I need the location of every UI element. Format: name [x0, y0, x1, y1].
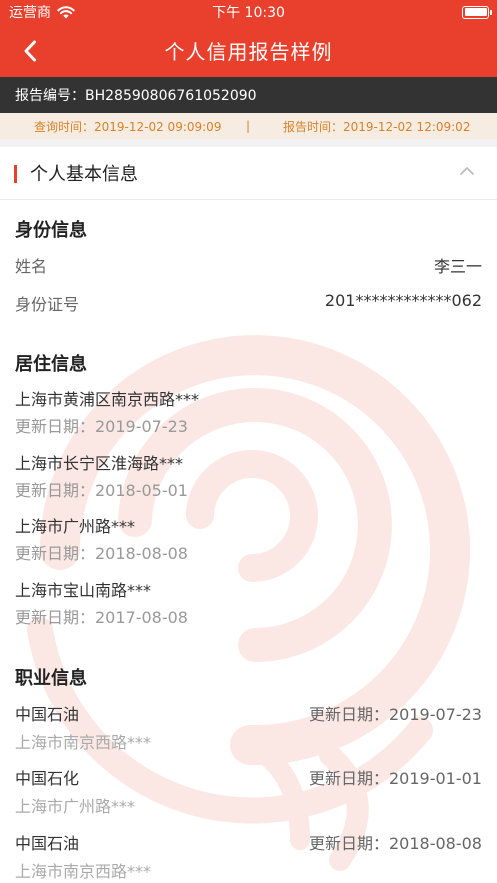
- occupation-update-date: 更新日期：2018-08-08: [309, 834, 482, 853]
- main-content: 身份信息 姓名 李三一 身份证号 201************062 居住信息…: [0, 0, 497, 883]
- residence-address: 上海市宝山南路***: [15, 581, 152, 600]
- name-value: 李三一: [433, 257, 482, 276]
- occupation-company: 中国石油: [15, 834, 80, 853]
- residence-heading: 居住信息: [15, 354, 87, 375]
- name-label: 姓名: [15, 257, 48, 276]
- occupation-heading: 职业信息: [15, 668, 87, 689]
- residence-update-date: 更新日期：2017-08-08: [15, 608, 188, 627]
- residence-update-date: 更新日期：2019-07-23: [15, 417, 188, 436]
- occupation-company: 中国石化: [15, 769, 80, 788]
- id-number-value: 201************062: [324, 291, 482, 310]
- occupation-address: 上海市南京西路***: [15, 862, 152, 881]
- occupation-update-date: 更新日期：2019-07-23: [309, 705, 482, 724]
- residence-address: 上海市黄浦区南京西路***: [15, 390, 200, 409]
- residence-update-date: 更新日期：2018-05-01: [15, 481, 188, 500]
- occupation-address: 上海市广州路***: [15, 797, 136, 816]
- credit-report-page: 运营商 下午 10:30 个人信用报告样例 报告编号：BH28590806761…: [0, 0, 497, 883]
- residence-update-date: 更新日期：2018-08-08: [15, 544, 188, 563]
- id-number-label: 身份证号: [15, 295, 80, 314]
- occupation-update-date: 更新日期：2019-01-01: [309, 769, 482, 788]
- residence-address: 上海市广州路***: [15, 517, 136, 536]
- residence-address: 上海市长宁区淮海路***: [15, 454, 184, 473]
- occupation-company: 中国石油: [15, 705, 80, 724]
- identity-heading: 身份信息: [15, 220, 87, 241]
- occupation-address: 上海市南京西路***: [15, 733, 152, 752]
